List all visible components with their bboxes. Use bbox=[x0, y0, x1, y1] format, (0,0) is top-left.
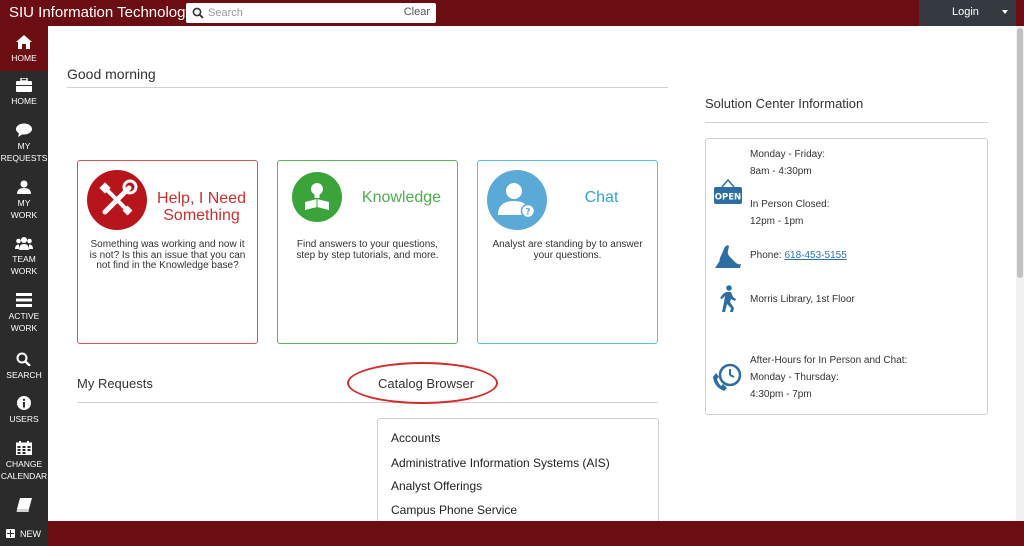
phone-icon bbox=[715, 245, 741, 268]
catalog-item-campus-phone[interactable]: Campus Phone Service bbox=[391, 503, 517, 517]
search-box[interactable]: Clear bbox=[186, 3, 436, 23]
solution-center-divider bbox=[705, 122, 988, 123]
after-hours-days: Monday - Thursday: bbox=[750, 372, 839, 383]
location-text: Morris Library, 1st Floor bbox=[750, 294, 855, 305]
greeting-divider bbox=[67, 87, 668, 88]
sidebar-item-label: SEARCH bbox=[6, 370, 42, 380]
sidebar-item-label-line2: WORK bbox=[10, 323, 38, 333]
sidebar-item-my-work[interactable]: MY WORK bbox=[0, 176, 48, 228]
sidebar-item-label-line2: WORK bbox=[10, 266, 38, 276]
list-icon bbox=[16, 293, 32, 307]
scrollbar-thumb[interactable] bbox=[1017, 28, 1023, 278]
search-icon bbox=[16, 352, 31, 366]
bottom-bar: NEW bbox=[0, 521, 1024, 546]
after-hours-label: After-Hours for In Person and Chat: bbox=[750, 355, 908, 366]
sidebar-item-label-line1: MY bbox=[17, 198, 31, 208]
top-bar: SIU Information Technology Clear Login bbox=[0, 0, 1024, 26]
phone-clock-icon bbox=[713, 363, 742, 391]
vertical-scrollbar[interactable] bbox=[1016, 26, 1024, 521]
user-question-icon: ? bbox=[498, 183, 536, 219]
hours-days: Monday - Friday: bbox=[750, 149, 826, 160]
chevron-down-icon bbox=[1002, 10, 1008, 14]
sidebar-item-active-work[interactable]: ACTIVE WORK bbox=[0, 289, 48, 341]
search-icon bbox=[192, 7, 204, 19]
sidebar-item-home[interactable]: HOME bbox=[0, 26, 48, 71]
login-label: Login bbox=[952, 6, 979, 18]
scrollbar-corner bbox=[1016, 0, 1024, 26]
chat-tile-description: Analyst are standing by to answer your q… bbox=[492, 239, 643, 261]
sidebar-item-team-work[interactable]: TEAM WORK bbox=[0, 232, 48, 284]
my-requests-title: My Requests bbox=[77, 376, 153, 391]
sidebar-item-change-calendar[interactable]: CHANGE CALENDAR bbox=[0, 437, 48, 489]
greeting-heading: Good morning bbox=[67, 66, 156, 82]
knowledge-icon-circle bbox=[292, 172, 342, 222]
knowledge-tile-description: Find answers to your questions, step by … bbox=[296, 239, 439, 261]
sidebar: HOME HOME MY REQUESTS MY WORK TEAM WORK … bbox=[0, 26, 48, 521]
sidebar-item-search[interactable]: SEARCH bbox=[0, 348, 48, 388]
sidebar-item-home-2[interactable]: HOME bbox=[0, 74, 48, 114]
knowledge-tile[interactable]: Knowledge Find answers to your questions… bbox=[277, 160, 458, 344]
walking-person-icon bbox=[720, 285, 736, 312]
solution-center-title: Solution Center Information bbox=[705, 96, 864, 111]
help-tile-description: Something was working and now it is not?… bbox=[89, 239, 246, 271]
catalog-item-accounts[interactable]: Accounts bbox=[391, 431, 440, 445]
phone-label: Phone: bbox=[750, 250, 785, 261]
hours-times: 8am - 4:30pm bbox=[750, 166, 812, 177]
catalog-list: Accounts Administrative Information Syst… bbox=[377, 418, 659, 528]
sidebar-item-label-line2: REQUESTS bbox=[0, 153, 48, 163]
sidebar-item-label-line1: TEAM bbox=[12, 254, 36, 264]
sidebar-item-users[interactable]: USERS bbox=[0, 392, 48, 432]
catalog-item-ais[interactable]: Administrative Information Systems (AIS) bbox=[391, 456, 610, 470]
book-icon bbox=[16, 498, 32, 512]
sidebar-item-label-line1: CHANGE bbox=[5, 459, 43, 469]
login-button[interactable]: Login bbox=[919, 0, 1016, 26]
chat-tile-title: Chat bbox=[584, 189, 619, 206]
after-hours-times: 4:30pm - 7pm bbox=[750, 389, 812, 400]
home-icon bbox=[16, 35, 32, 49]
lightbulb-book-icon bbox=[305, 183, 329, 210]
sidebar-item-label-line1: ACTIVE bbox=[8, 311, 40, 321]
clear-search-button[interactable]: Clear bbox=[404, 6, 430, 18]
sidebar-item-my-requests[interactable]: MY REQUESTS bbox=[0, 119, 48, 171]
help-tile-title-line2: Something bbox=[163, 207, 240, 224]
help-tile-title-line1: Help, I Need bbox=[157, 190, 246, 207]
requests-divider bbox=[77, 402, 658, 403]
closed-times: 12pm - 1pm bbox=[750, 216, 804, 227]
tools-icon bbox=[99, 179, 138, 216]
svg-text:?: ? bbox=[525, 208, 530, 218]
closed-label: In Person Closed: bbox=[750, 199, 830, 210]
sidebar-item-book[interactable] bbox=[0, 494, 48, 520]
open-sign-text: OPEN bbox=[715, 193, 741, 203]
brand-title[interactable]: SIU Information Technology bbox=[9, 4, 193, 21]
chat-icon-circle: ? bbox=[487, 170, 547, 230]
sidebar-item-label: USERS bbox=[9, 414, 39, 424]
sidebar-item-label-line2: WORK bbox=[10, 210, 38, 220]
solution-center-panel: Monday - Friday: 8am - 4:30pm OPEN In Pe… bbox=[705, 138, 988, 415]
help-tile[interactable]: Help, I Need Something Something was wor… bbox=[77, 160, 258, 344]
search-input[interactable] bbox=[208, 5, 398, 21]
phone-number-link[interactable]: 618-453-5155 bbox=[784, 250, 846, 261]
chat-bubble-icon bbox=[16, 123, 32, 137]
help-icon-circle bbox=[87, 170, 147, 230]
plus-icon bbox=[6, 529, 15, 538]
calendar-icon bbox=[16, 441, 32, 455]
sidebar-item-label-line1: MY bbox=[17, 141, 31, 151]
user-icon bbox=[17, 180, 31, 194]
help-tile-title: Help, I Need Something bbox=[150, 190, 253, 224]
sidebar-item-label-line2: CALENDAR bbox=[0, 471, 48, 481]
team-icon bbox=[15, 237, 33, 250]
knowledge-tile-title: Knowledge bbox=[361, 189, 442, 206]
sidebar-item-label: HOME bbox=[11, 53, 37, 63]
phone-line: Phone: 618-453-5155 bbox=[750, 250, 847, 261]
briefcase-icon bbox=[16, 78, 32, 92]
catalog-highlight-circle bbox=[347, 362, 498, 404]
chat-tile[interactable]: ? Chat Analyst are standing by to answer… bbox=[477, 160, 658, 344]
new-label: NEW bbox=[20, 529, 41, 539]
open-sign-icon: OPEN bbox=[714, 179, 742, 204]
sidebar-item-label: HOME bbox=[11, 96, 37, 106]
info-icon bbox=[17, 396, 31, 410]
catalog-item-analyst-offerings[interactable]: Analyst Offerings bbox=[391, 479, 482, 493]
new-button[interactable]: NEW bbox=[0, 521, 48, 546]
